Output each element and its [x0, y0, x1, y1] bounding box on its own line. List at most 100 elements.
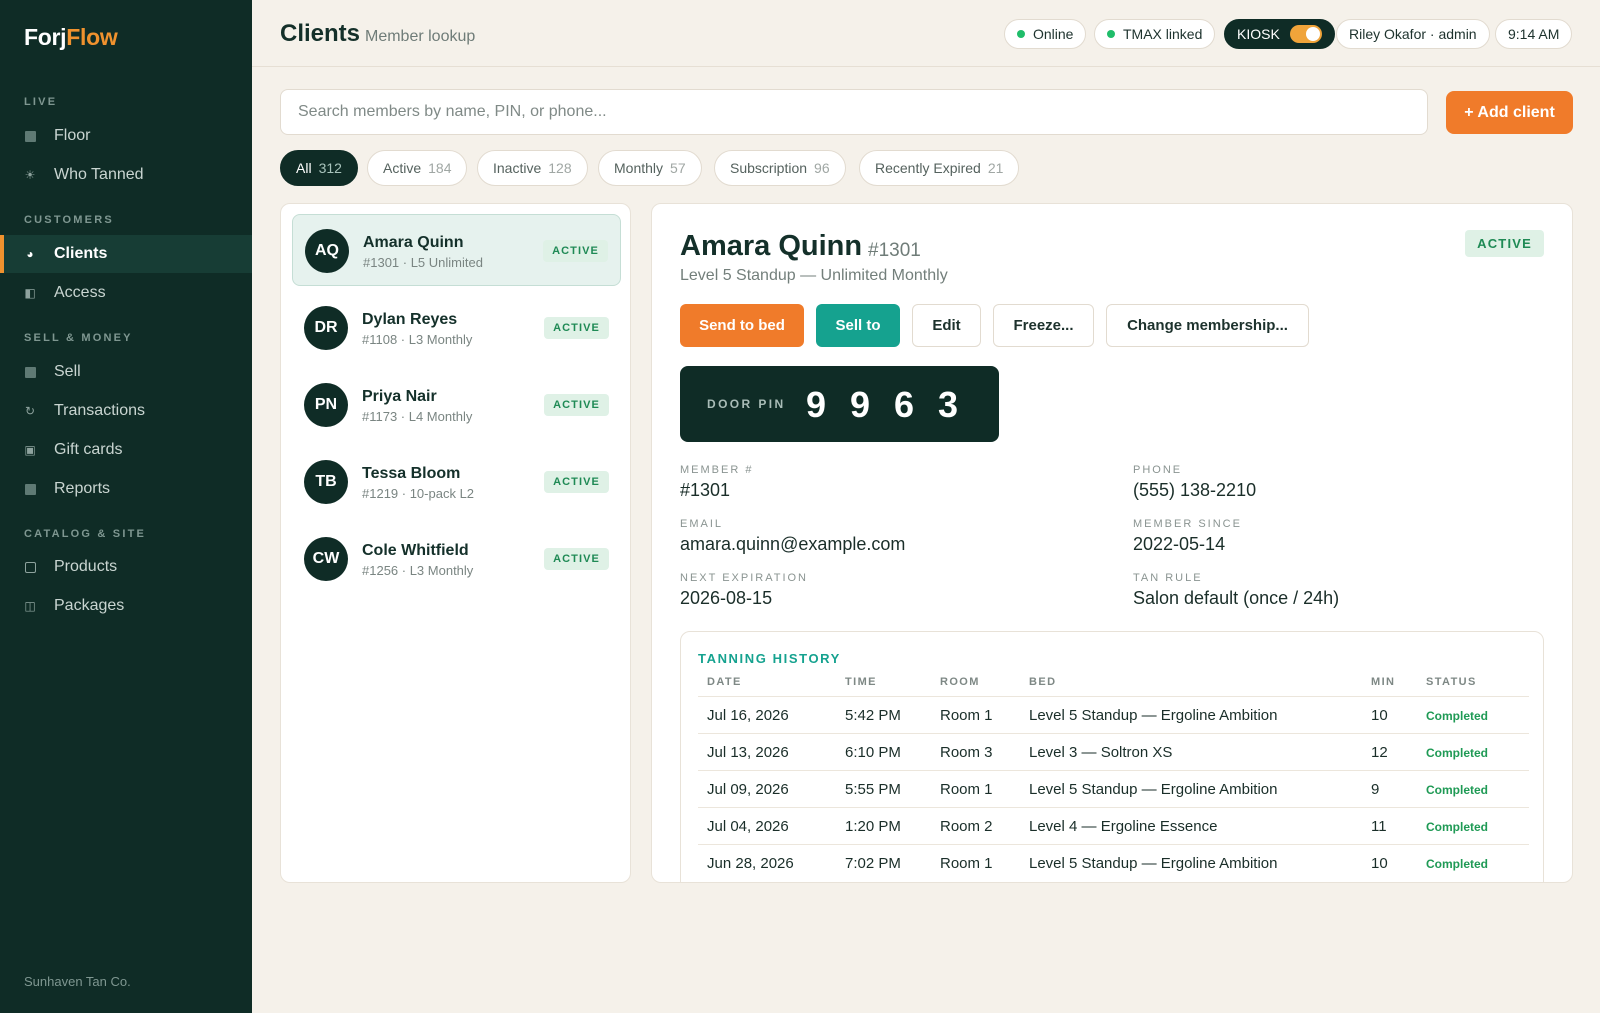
client-detail-number: #1301 [868, 240, 921, 261]
sidebar-item-label: Reports [54, 480, 111, 497]
column-header-status: STATUS [1426, 676, 1477, 688]
kiosk-label: KIOSK [1237, 26, 1280, 42]
pie-icon: ◕ [26, 247, 34, 261]
client-row[interactable]: AQ Amara Quinn #1301 · L5 Unlimited ACTI… [292, 214, 621, 286]
sidebar-item-label: Clients [54, 245, 108, 262]
chip-count: 57 [670, 160, 686, 176]
status-badge: ACTIVE [544, 317, 609, 339]
sidebar-item-products[interactable]: Products [0, 548, 252, 586]
sidebar-item-sell[interactable]: Sell [0, 353, 252, 391]
client-row[interactable]: CW Cole Whitfield #1256 · L3 Monthly ACT… [292, 523, 621, 595]
client-row[interactable]: TB Tessa Bloom #1219 · 10-pack L2 ACTIVE [292, 446, 621, 518]
cell-room: Room 1 [940, 707, 993, 724]
chip-count: 128 [548, 160, 572, 176]
sidebar-item-label: Access [54, 284, 106, 301]
client-meta: #1219 · 10-pack L2 [362, 486, 475, 501]
door-pin-display: DOOR PIN 9 9 6 3 [680, 366, 999, 442]
client-list: AQ Amara Quinn #1301 · L5 Unlimited ACTI… [280, 203, 631, 883]
status-badge: ACTIVE [544, 471, 609, 493]
next-expiration-label: NEXT EXPIRATION [680, 572, 809, 584]
sidebar: ForjFlow LIVE Floor ☀ Who Tanned CUSTOME… [0, 0, 252, 1013]
tanning-history-card: TANNING HISTORY DATE TIME ROOM BED MIN S… [680, 631, 1544, 882]
cell-room: Room 3 [940, 744, 993, 761]
client-name: Cole Whitfield [362, 542, 469, 559]
sidebar-item-reports[interactable]: Reports [0, 470, 252, 508]
cell-status: Completed [1426, 709, 1489, 723]
nav-section-catalog-site: CATALOG & SITE [24, 528, 147, 540]
sidebar-item-label: Who Tanned [54, 166, 144, 183]
brand-logo[interactable]: ForjFlow [24, 24, 118, 51]
client-row[interactable]: PN Priya Nair #1173 · L4 Monthly ACTIVE [292, 369, 621, 441]
avatar: TB [304, 460, 348, 504]
sidebar-item-packages[interactable]: ◫ Packages [0, 587, 252, 625]
sidebar-item-label: Gift cards [54, 441, 123, 458]
sidebar-item-gift-cards[interactable]: ▣ Gift cards [0, 431, 252, 469]
cell-bed: Level 4 — Ergoline Essence [1029, 818, 1218, 835]
sidebar-item-who-tanned[interactable]: ☀ Who Tanned [0, 156, 252, 194]
filter-chip-monthly[interactable]: Monthly 57 [598, 150, 702, 186]
user-label: Riley Okafor · admin [1349, 26, 1477, 42]
door-icon: ◧ [24, 286, 36, 300]
change-membership-button[interactable]: Change membership... [1106, 304, 1309, 347]
column-header-min: MIN [1371, 676, 1396, 688]
report-icon [24, 483, 36, 495]
send-to-bed-button[interactable]: Send to bed [680, 304, 804, 347]
cell-time: 5:55 PM [845, 781, 901, 798]
sidebar-item-label: Products [54, 558, 118, 575]
cell-room: Room 1 [940, 781, 993, 798]
cell-status: Completed [1426, 820, 1489, 834]
edit-button[interactable]: Edit [912, 304, 981, 347]
status-badge: ACTIVE [543, 240, 608, 262]
filter-chip-inactive[interactable]: Inactive 128 [477, 150, 588, 186]
sidebar-item-label: Sell [54, 363, 81, 380]
nav-section-live: LIVE [24, 96, 58, 108]
brand-part-1: Forj [24, 24, 67, 50]
cell-min: 12 [1371, 744, 1388, 761]
sidebar-item-transactions[interactable]: ↻ Transactions [0, 392, 252, 430]
kiosk-toggle[interactable]: KIOSK [1224, 19, 1335, 49]
phone-value: (555) 138-2210 [1133, 480, 1257, 500]
sidebar-item-access[interactable]: ◧ Access [0, 274, 252, 312]
sidebar-item-floor[interactable]: Floor [0, 117, 252, 155]
cell-min: 10 [1371, 855, 1388, 872]
clock: 9:14 AM [1495, 19, 1573, 49]
filter-chip-active[interactable]: Active 184 [367, 150, 468, 186]
door-pin-label: DOOR PIN [707, 397, 786, 411]
search-input[interactable] [280, 89, 1428, 135]
cell-time: 6:10 PM [845, 744, 901, 761]
chip-label: Inactive [493, 160, 542, 176]
cell-min: 9 [1371, 781, 1380, 798]
member-number-value: #1301 [680, 480, 731, 500]
chip-count: 96 [814, 160, 830, 176]
add-client-button[interactable]: + Add client [1446, 91, 1573, 134]
client-meta: #1173 · L4 Monthly [362, 409, 473, 424]
toggle-switch-icon[interactable] [1289, 25, 1322, 43]
sell-to-button[interactable]: Sell to [816, 304, 900, 347]
cell-date: Jul 16, 2026 [707, 707, 789, 724]
box-icon [24, 561, 36, 573]
chip-label: Subscription [730, 160, 808, 176]
filter-chip-all[interactable]: All 312 [280, 150, 358, 186]
chip-label: All [296, 160, 312, 176]
client-row[interactable]: DR Dylan Reyes #1108 · L3 Monthly ACTIVE [292, 292, 621, 364]
package-icon: ◫ [24, 599, 36, 613]
client-meta: #1108 · L3 Monthly [362, 332, 473, 347]
sidebar-item-clients[interactable]: ◕ Clients [0, 235, 252, 273]
user-menu[interactable]: Riley Okafor · admin [1336, 19, 1490, 49]
client-detail-panel: Amara Quinn #1301 Level 5 Standup — Unli… [651, 203, 1573, 883]
email-value: amara.quinn@example.com [680, 534, 906, 554]
filter-chip-subscription[interactable]: Subscription 96 [714, 150, 846, 186]
chip-label: Monthly [614, 160, 664, 176]
freeze-button[interactable]: Freeze... [993, 304, 1094, 347]
top-header: Clients Member lookup Online TMAX linked… [252, 0, 1600, 67]
status-online-label: Online [1033, 26, 1074, 42]
column-header-bed: BED [1029, 676, 1057, 688]
online-dot-icon [1017, 30, 1025, 38]
status-badge: ACTIVE [544, 394, 609, 416]
filter-chip-recently-expired[interactable]: Recently Expired 21 [859, 150, 1020, 186]
row-divider [698, 696, 1529, 697]
client-name: Tessa Bloom [362, 465, 461, 482]
sidebar-item-label: Packages [54, 597, 125, 614]
grid-icon [24, 130, 36, 142]
chip-count: 21 [987, 160, 1004, 176]
